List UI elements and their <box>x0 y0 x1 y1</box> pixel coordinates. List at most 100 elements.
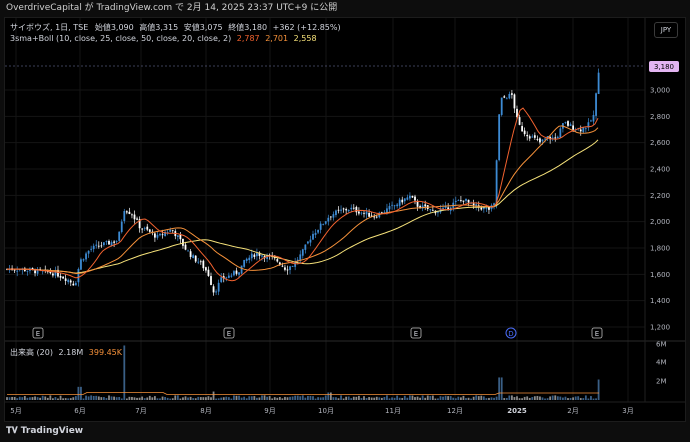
volume-bar <box>291 396 294 400</box>
time-tick: 6月 <box>74 407 85 415</box>
volume-bar <box>110 396 113 400</box>
volume-bar <box>416 396 419 400</box>
candle-body <box>347 209 350 212</box>
chart-canvas[interactable]: 3,000 2,800 2,600 2,400 2,200 2,000 1,800 1,600… <box>0 0 690 442</box>
volume-bar <box>62 398 64 400</box>
candle-body <box>358 211 360 214</box>
volume-bar <box>314 398 317 400</box>
volume-bar <box>549 396 552 400</box>
time-tick: 12月 <box>447 407 463 415</box>
volume-bar <box>546 398 549 400</box>
volume-bar <box>233 395 235 400</box>
volume-bar <box>429 396 432 400</box>
low-value: 3,075 <box>199 23 223 32</box>
volume-bar <box>29 397 31 400</box>
volume-bar <box>187 397 189 400</box>
volume-bar <box>485 398 488 400</box>
candle-body <box>324 221 327 224</box>
candle-body <box>238 272 240 275</box>
candle-body <box>205 267 207 271</box>
candle-body <box>345 209 348 211</box>
candle-body <box>467 199 470 203</box>
candle-body <box>572 125 574 130</box>
candle-body <box>528 136 531 139</box>
volume-bar <box>268 396 271 400</box>
candle-body <box>72 283 75 286</box>
earnings-marker[interactable]: E <box>32 327 44 339</box>
volume-bar <box>579 398 582 400</box>
volume-bar <box>347 396 350 400</box>
price-tick: 2,800 <box>650 113 670 121</box>
candle-body <box>87 250 90 254</box>
volume-tick: 2M <box>656 378 667 386</box>
candle-body <box>375 216 378 218</box>
price-axis[interactable]: 3,000 2,800 2,600 2,400 2,200 2,000 1,800 1,600… <box>650 87 670 332</box>
earnings-marker[interactable]: E <box>410 327 422 339</box>
candle-body <box>505 98 508 100</box>
candle-body <box>329 216 332 218</box>
time-tick: 9月 <box>264 407 275 415</box>
currency-button[interactable]: JPY <box>654 22 678 38</box>
volume-bar <box>286 397 289 400</box>
symbol-legend[interactable]: サイボウズ, 1日, TSE 始値3,090 高値3,315 安値3,075 終… <box>10 22 341 33</box>
candle-body <box>460 200 462 201</box>
earnings-marker[interactable]: E <box>223 327 235 339</box>
volume-axis[interactable]: 6M 4M 2M <box>656 341 667 386</box>
candle-body <box>322 224 325 225</box>
volume-bar <box>442 396 444 400</box>
volume-bar <box>159 398 161 400</box>
volume-bar <box>597 379 600 400</box>
candle-body <box>424 204 427 207</box>
volume-bar <box>335 397 337 400</box>
volume-bar <box>113 396 115 400</box>
volume-bar <box>23 396 26 400</box>
candle-body <box>207 269 210 276</box>
candle-body <box>431 209 434 211</box>
candle-body <box>511 93 513 95</box>
price-grid <box>5 18 645 402</box>
time-axis[interactable]: 5月 6月 7月 8月 9月 10月 11月 12月 2025 2月 3月 <box>10 407 633 415</box>
volume-bar <box>299 396 302 400</box>
candle-body <box>556 136 559 138</box>
candle-body <box>391 204 393 206</box>
indicator-legend[interactable]: 3sma+Boll (10, close, 25, close, 50, clo… <box>10 34 317 43</box>
candle-body <box>194 255 197 262</box>
symbol-name: サイボウズ, 1日, TSE <box>10 23 89 32</box>
candle-body <box>564 122 567 124</box>
candle-body <box>327 217 330 222</box>
volume-bar <box>421 395 424 400</box>
volume-bar <box>460 397 462 400</box>
earnings-marker[interactable]: E <box>591 327 603 339</box>
volume-bar <box>533 396 536 400</box>
candle-body <box>388 206 391 210</box>
candle-body <box>531 136 534 138</box>
candle-body <box>595 93 597 116</box>
dividend-marker[interactable]: D <box>505 327 517 339</box>
volume-bar <box>8 397 11 400</box>
candle-body <box>184 244 187 250</box>
volume-bar <box>437 398 439 400</box>
price-tick: 2,000 <box>650 218 670 226</box>
candle-body <box>125 211 128 213</box>
volume-bar <box>6 397 8 400</box>
volume-bar <box>488 397 490 400</box>
volume-bar <box>584 395 587 400</box>
volume-legend[interactable]: 出来高 (20) 2.18M 399.45K <box>10 347 122 358</box>
candle-body <box>210 276 212 285</box>
volume-bar <box>72 397 75 400</box>
change-value: +362 (+12.85%) <box>272 23 341 32</box>
candle-body <box>342 208 345 210</box>
volume-bar <box>207 396 210 400</box>
close-value: 3,180 <box>244 23 268 32</box>
volume-bar <box>414 397 416 400</box>
tradingview-logo[interactable]: 𝐓𝐕 TradingView <box>6 426 83 436</box>
volume-bar <box>169 398 172 400</box>
candle-body <box>454 200 457 203</box>
footer: 𝐓𝐕 TradingView <box>0 422 690 442</box>
candle-body <box>199 261 202 263</box>
candle-body <box>485 208 488 209</box>
volume-bar <box>222 397 225 400</box>
price-tick: 1,800 <box>650 245 670 253</box>
volume-bar <box>141 396 144 400</box>
volume-bar <box>567 398 569 400</box>
